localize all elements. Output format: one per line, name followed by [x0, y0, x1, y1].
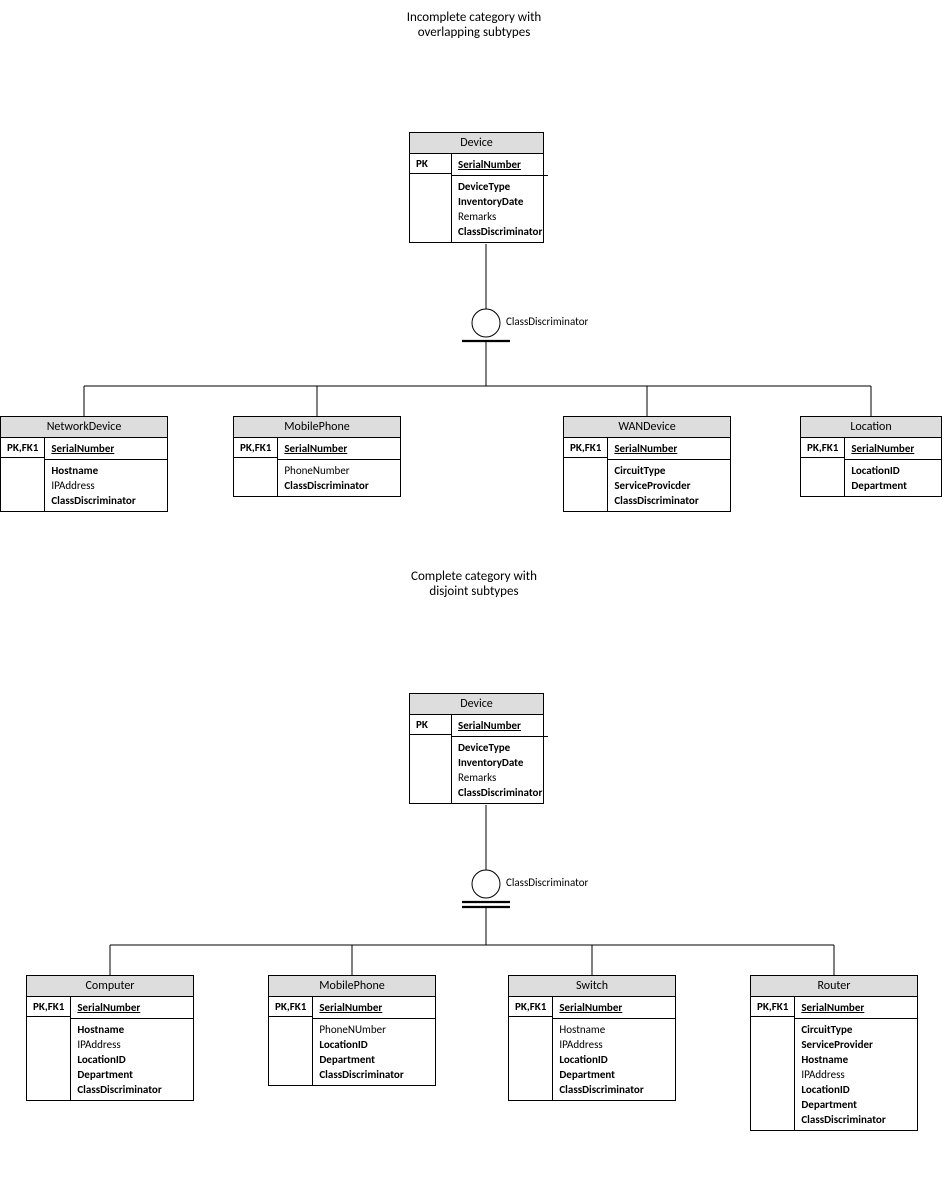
attribute: LocationID — [559, 1052, 669, 1067]
attribute: Department — [559, 1067, 669, 1082]
entity-title: Device — [410, 133, 543, 154]
entity-parent: Device PK SerialNumber DeviceTypeInventoryD… — [409, 132, 544, 243]
attribute: IPAddress — [51, 478, 161, 493]
attribute: IPAddress — [77, 1037, 187, 1052]
attribute: ClassDiscriminator — [458, 785, 542, 800]
attribute: CircuitType — [801, 1022, 911, 1037]
entity-child-2: Switch PK,FK1 SerialNumber HostnameIPAddres… — [508, 975, 676, 1101]
entity-child-3: Router PK,FK1 SerialNumber CircuitTypeServi… — [750, 975, 918, 1131]
attribute: ClassDiscriminator — [284, 478, 394, 493]
pk-key-label: PK,FK1 — [7, 441, 38, 454]
attribute: LocationID — [77, 1052, 187, 1067]
discriminator-label: ClassDiscriminator — [506, 876, 588, 889]
attribute: InventoryDate — [458, 755, 542, 770]
pk-key-label: PK — [416, 718, 428, 731]
attribute: Department — [851, 478, 935, 493]
entity-child-2: WANDevice PK,FK1 SerialNumber CircuitTypeSe… — [563, 416, 731, 512]
attribute: Department — [801, 1097, 911, 1112]
entity-title: Switch — [509, 976, 675, 997]
attribute: Remarks — [458, 209, 542, 224]
entity-child-1: MobilePhone PK,FK1 SerialNumber PhoneNUmber… — [268, 975, 436, 1086]
attribute: PhoneNumber — [284, 463, 394, 478]
attribute: ClassDiscriminator — [614, 493, 724, 508]
attribute: ServiceProvicder — [614, 478, 724, 493]
attribute: PhoneNUmber — [319, 1022, 429, 1037]
pk-field: SerialNumber — [614, 441, 724, 456]
attribute: InventoryDate — [458, 194, 542, 209]
pk-key-label: PK,FK1 — [807, 441, 838, 454]
entity-title: WANDevice — [564, 417, 730, 438]
entity-parent: Device PK SerialNumber DeviceTypeInventoryD… — [409, 693, 544, 804]
diagram-incomplete-overlapping: Device PK SerialNumber DeviceTypeInventoryD… — [0, 44, 948, 559]
pk-key-label: PK,FK1 — [240, 441, 271, 454]
section2-title: Complete category with disjoint subtypes — [0, 569, 948, 599]
pk-key-label: PK,FK1 — [757, 1000, 788, 1013]
pk-field: SerialNumber — [458, 718, 542, 733]
attribute: ClassDiscriminator — [458, 224, 542, 239]
attribute: ClassDiscriminator — [559, 1082, 669, 1097]
pk-key-label: PK,FK1 — [515, 1000, 546, 1013]
attribute: Hostname — [51, 463, 161, 478]
entity-title: NetworkDevice — [1, 417, 167, 438]
pk-field: SerialNumber — [319, 1000, 429, 1015]
attribute: ClassDiscriminator — [77, 1082, 187, 1097]
diagram-complete-disjoint: Device PK SerialNumber DeviceTypeInventoryD… — [0, 603, 948, 1188]
attribute: ClassDiscriminator — [319, 1067, 429, 1082]
pk-field: SerialNumber — [559, 1000, 669, 1015]
entity-child-3: Location PK,FK1 SerialNumber LocationIDDepa… — [800, 416, 942, 497]
attribute: Hostname — [77, 1022, 187, 1037]
pk-field: SerialNumber — [77, 1000, 187, 1015]
attribute: CircuitType — [614, 463, 724, 478]
attribute: Hostname — [801, 1052, 911, 1067]
pk-field: SerialNumber — [51, 441, 161, 456]
entity-child-0: Computer PK,FK1 SerialNumber HostnameIPAddr… — [26, 975, 194, 1101]
attribute: Remarks — [458, 770, 542, 785]
entity-title: MobilePhone — [234, 417, 400, 438]
pk-field: SerialNumber — [801, 1000, 911, 1015]
attribute: ClassDiscriminator — [51, 493, 161, 508]
attribute: LocationID — [851, 463, 935, 478]
entity-title: MobilePhone — [269, 976, 435, 997]
attribute: Hostname — [559, 1022, 669, 1037]
entity-title: Router — [751, 976, 917, 997]
entity-title: Device — [410, 694, 543, 715]
pk-key-label: PK,FK1 — [33, 1000, 64, 1013]
attribute: DeviceType — [458, 740, 542, 755]
entity-title: Location — [801, 417, 941, 438]
pk-field: SerialNumber — [284, 441, 394, 456]
pk-field: SerialNumber — [851, 441, 935, 456]
attribute: ServiceProvider — [801, 1037, 911, 1052]
entity-child-1: MobilePhone PK,FK1 SerialNumber PhoneNumber… — [233, 416, 401, 497]
attribute: IPAddress — [559, 1037, 669, 1052]
pk-key-label: PK,FK1 — [275, 1000, 306, 1013]
discriminator-label: ClassDiscriminator — [506, 315, 588, 328]
section1-title: Incomplete category with overlapping sub… — [0, 10, 948, 40]
attribute: LocationID — [801, 1082, 911, 1097]
attribute: Department — [77, 1067, 187, 1082]
attribute: Department — [319, 1052, 429, 1067]
pk-field: SerialNumber — [458, 157, 542, 172]
attribute: DeviceType — [458, 179, 542, 194]
entity-child-0: NetworkDevice PK,FK1 SerialNumber HostnameI… — [0, 416, 168, 512]
entity-title: Computer — [27, 976, 193, 997]
pk-key-label: PK,FK1 — [570, 441, 601, 454]
attribute: ClassDiscriminator — [801, 1112, 911, 1127]
pk-key-label: PK — [416, 157, 428, 170]
attribute: IPAddress — [801, 1067, 911, 1082]
attribute: LocationID — [319, 1037, 429, 1052]
